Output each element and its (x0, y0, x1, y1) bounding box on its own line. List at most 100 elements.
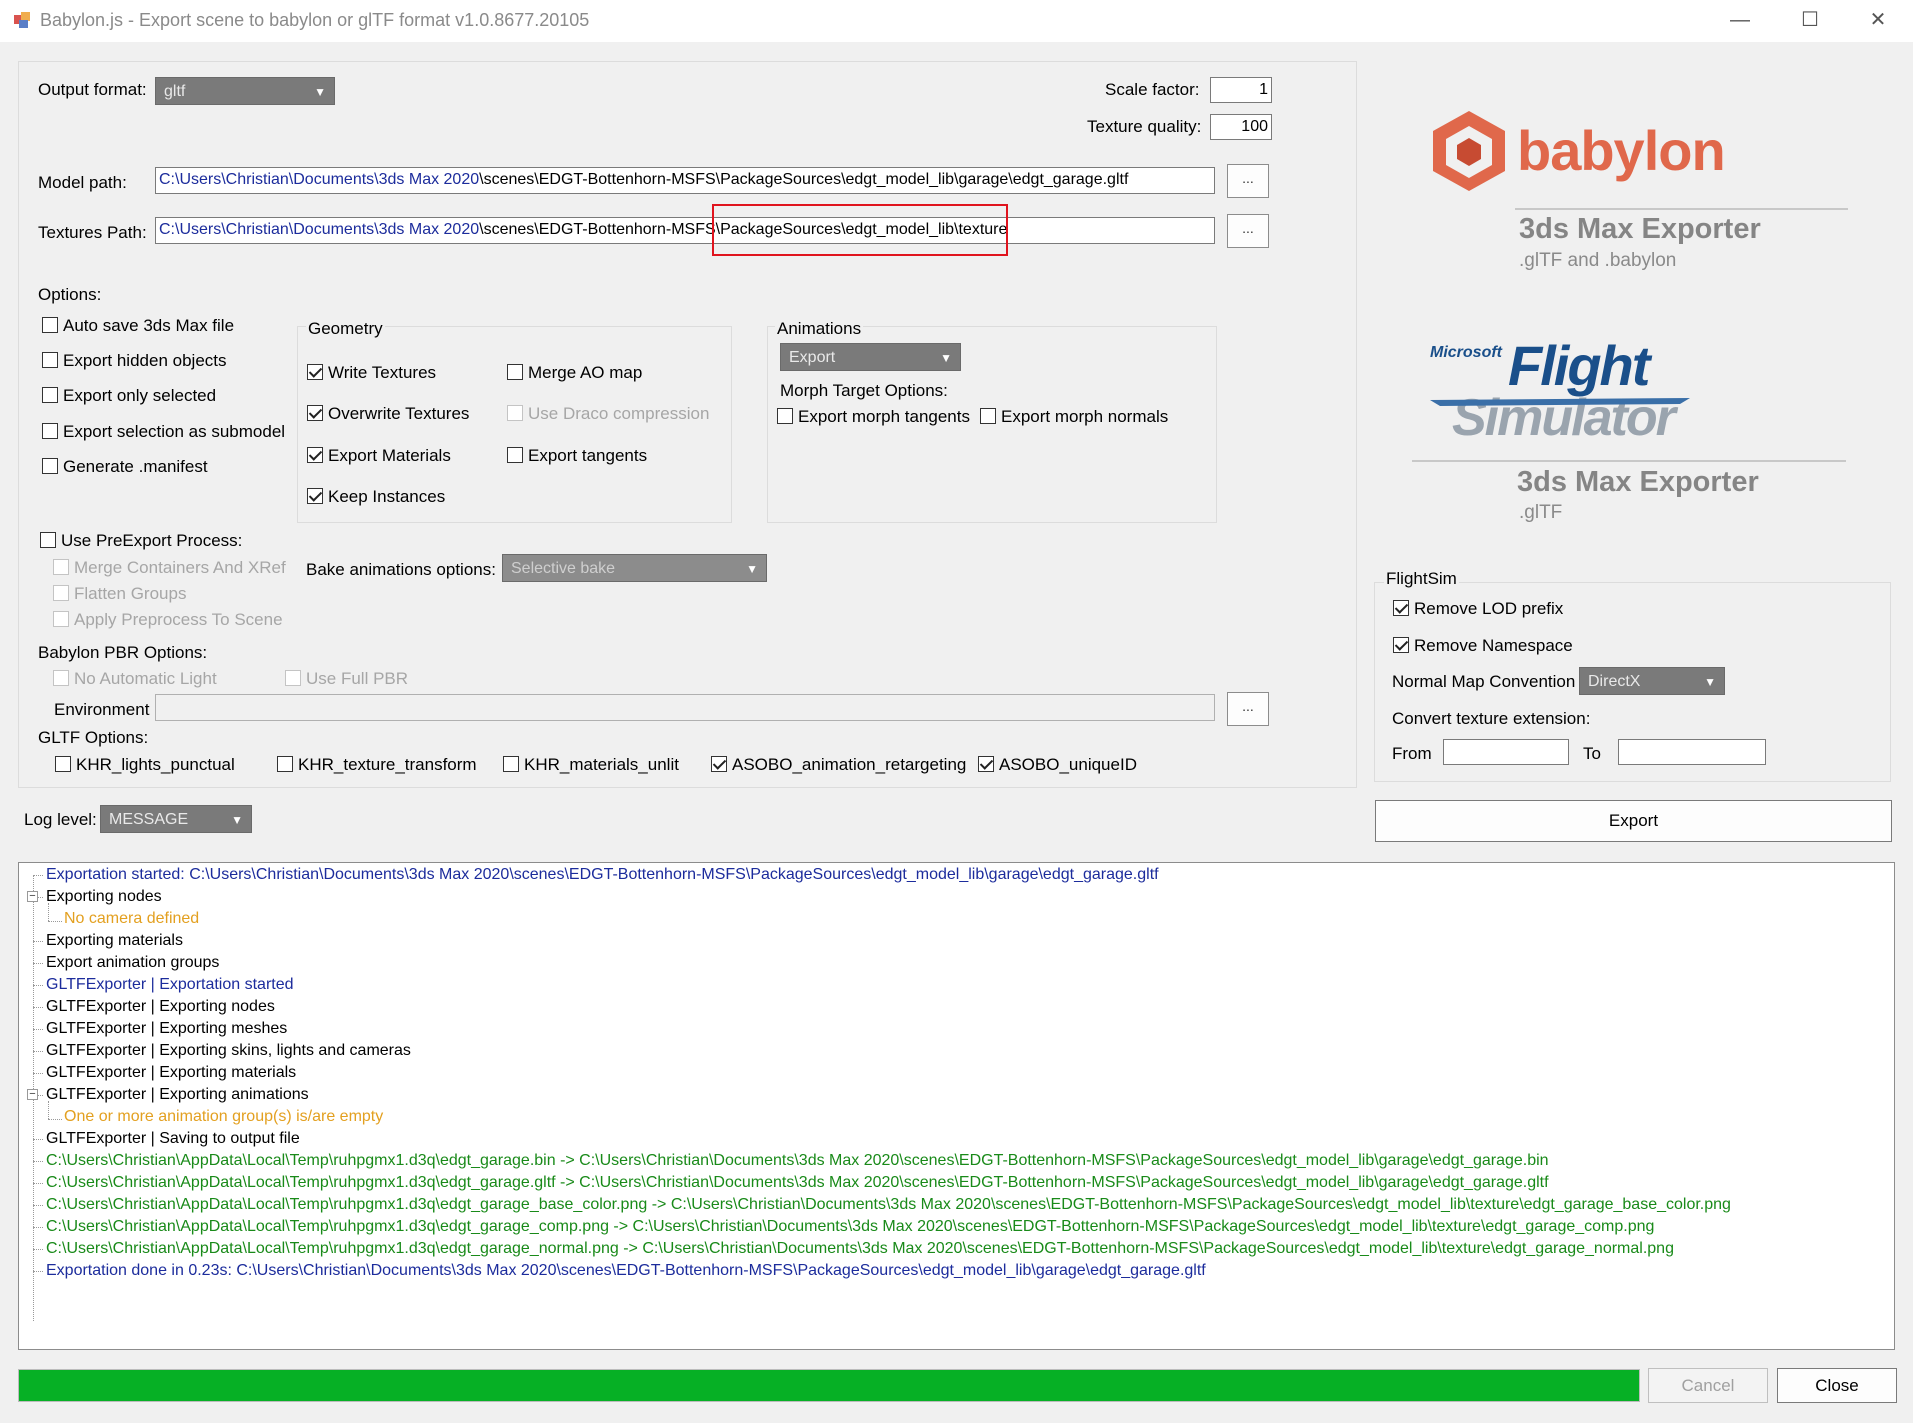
log-line[interactable]: C:\Users\Christian\AppData\Local\Temp\ru… (46, 1238, 1674, 1260)
checkbox-label: ASOBO_uniqueID (999, 755, 1137, 774)
normal-map-value: DirectX (1588, 673, 1641, 690)
checkbox-box[interactable] (307, 405, 323, 422)
keep-instances-checkbox[interactable]: Keep Instances (307, 487, 445, 507)
generate-manifest-checkbox[interactable]: Generate .manifest (42, 457, 208, 477)
log-line[interactable]: Exportation started: C:\Users\Christian\… (46, 864, 1159, 886)
tree-line (33, 1271, 43, 1272)
log-level-label: Log level: (24, 810, 97, 829)
log-line[interactable]: C:\Users\Christian\AppData\Local\Temp\ru… (46, 1216, 1654, 1238)
checkbox-label: No Automatic Light (74, 669, 217, 688)
khr-texture-transform-checkbox[interactable]: KHR_texture_transform (277, 755, 477, 775)
scale-factor-input[interactable]: 1 (1210, 77, 1272, 103)
asobo-animation-retargeting-checkbox[interactable]: ASOBO_animation_retargeting (711, 755, 966, 775)
log-line[interactable]: C:\Users\Christian\AppData\Local\Temp\ru… (46, 1172, 1549, 1194)
output-format-combo[interactable]: gltf ▼ (155, 77, 335, 105)
checkbox-box[interactable] (42, 387, 58, 404)
checkbox-box[interactable] (503, 756, 519, 773)
textures-path-input[interactable]: C:\Users\Christian\Documents\3ds Max 202… (155, 217, 1215, 244)
log-tree[interactable]: − − Exportation started: C:\Users\Christ… (18, 862, 1895, 1350)
model-path-label: Model path: (38, 173, 127, 192)
minimize-button[interactable]: — (1705, 0, 1775, 42)
checkbox-box[interactable] (1393, 637, 1409, 654)
remove-lod-checkbox[interactable]: Remove LOD prefix (1393, 599, 1563, 619)
checkbox-box[interactable] (42, 317, 58, 334)
checkbox-label: Remove LOD prefix (1414, 599, 1564, 618)
log-line[interactable]: One or more animation group(s) is/are em… (64, 1106, 383, 1128)
overwrite-textures-checkbox[interactable]: Overwrite Textures (307, 404, 469, 424)
log-line[interactable]: No camera defined (64, 908, 199, 930)
log-line[interactable]: Exportation done in 0.23s: C:\Users\Chri… (46, 1260, 1206, 1282)
checkbox-box[interactable] (1393, 600, 1409, 617)
tree-line (33, 1161, 43, 1162)
textures-path-browse-button[interactable]: ... (1227, 214, 1269, 248)
preexport-checkbox[interactable]: Use PreExport Process: (40, 531, 242, 551)
khr-lights-checkbox[interactable]: KHR_lights_punctual (55, 755, 235, 775)
export-submodel-checkbox[interactable]: Export selection as submodel (42, 422, 285, 442)
log-line[interactable]: GLTFExporter | Saving to output file (46, 1128, 300, 1150)
checkbox-box[interactable] (507, 447, 523, 464)
auto-save-checkbox[interactable]: Auto save 3ds Max file (42, 316, 234, 336)
checkbox-box[interactable] (42, 352, 58, 369)
log-line[interactable]: Exporting nodes (46, 886, 162, 908)
checkbox-label: Export Materials (328, 446, 451, 465)
normal-map-combo[interactable]: DirectX ▼ (1579, 667, 1725, 695)
remove-namespace-checkbox[interactable]: Remove Namespace (1393, 636, 1573, 656)
model-path-browse-button[interactable]: ... (1227, 164, 1269, 198)
maximize-button[interactable]: ☐ (1775, 0, 1845, 42)
log-line[interactable]: Exporting materials (46, 930, 183, 952)
cancel-button[interactable]: Cancel (1648, 1368, 1768, 1403)
asobo-uniqueid-checkbox[interactable]: ASOBO_uniqueID (978, 755, 1137, 775)
to-input[interactable] (1618, 739, 1766, 765)
bake-combo: Selective bake ▼ (502, 554, 767, 582)
export-only-selected-checkbox[interactable]: Export only selected (42, 386, 216, 406)
animations-combo[interactable]: Export ▼ (780, 343, 961, 371)
log-level-combo[interactable]: MESSAGE ▼ (100, 805, 252, 833)
log-line[interactable]: GLTFExporter | Exporting materials (46, 1062, 296, 1084)
log-line[interactable]: GLTFExporter | Exportation started (46, 974, 294, 996)
export-button[interactable]: Export (1375, 800, 1892, 842)
export-tangents-checkbox[interactable]: Export tangents (507, 446, 647, 466)
export-morph-normals-checkbox[interactable]: Export morph normals (980, 407, 1168, 427)
checkbox-box (285, 670, 301, 687)
export-hidden-checkbox[interactable]: Export hidden objects (42, 351, 227, 371)
texture-quality-input[interactable]: 100 (1210, 114, 1272, 140)
export-materials-checkbox[interactable]: Export Materials (307, 446, 451, 466)
checkbox-box[interactable] (980, 408, 996, 425)
checkbox-box[interactable] (40, 532, 56, 549)
checkbox-box[interactable] (978, 756, 994, 773)
tree-line (33, 985, 43, 986)
log-line[interactable]: C:\Users\Christian\AppData\Local\Temp\ru… (46, 1194, 1731, 1216)
log-line[interactable]: Export animation groups (46, 952, 219, 974)
log-line[interactable]: C:\Users\Christian\AppData\Local\Temp\ru… (46, 1150, 1549, 1172)
checkbox-box[interactable] (777, 408, 793, 425)
close-button[interactable]: Close (1777, 1368, 1897, 1403)
checkbox-box[interactable] (307, 447, 323, 464)
checkbox-box[interactable] (55, 756, 71, 773)
collapse-icon[interactable]: − (27, 1089, 38, 1100)
checkbox-box[interactable] (307, 364, 323, 381)
close-window-button[interactable]: ✕ (1843, 0, 1913, 42)
from-input[interactable] (1443, 739, 1569, 765)
checkbox-box[interactable] (42, 458, 58, 475)
collapse-icon[interactable]: − (27, 891, 38, 902)
checkbox-box[interactable] (711, 756, 727, 773)
environment-browse-button[interactable]: ... (1227, 692, 1269, 726)
log-line[interactable]: GLTFExporter | Exporting nodes (46, 996, 275, 1018)
log-line[interactable]: GLTFExporter | Exporting meshes (46, 1018, 287, 1040)
checkbox-box[interactable] (307, 488, 323, 505)
textures-path-mid: \scenes\EDGT-Bottenhorn-MSFS\ (479, 221, 721, 238)
checkbox-box[interactable] (507, 364, 523, 381)
write-textures-checkbox[interactable]: Write Textures (307, 363, 436, 383)
checkbox-label: KHR_materials_unlit (524, 755, 679, 774)
checkbox-box[interactable] (42, 423, 58, 440)
khr-materials-unlit-checkbox[interactable]: KHR_materials_unlit (503, 755, 679, 775)
merge-ao-checkbox[interactable]: Merge AO map (507, 363, 642, 383)
log-line[interactable]: GLTFExporter | Exporting animations (46, 1084, 309, 1106)
babylon-wordmark: babylon (1517, 119, 1726, 182)
microsoft-wordmark: Microsoft (1430, 344, 1502, 361)
bake-combo-value: Selective bake (511, 560, 616, 577)
model-path-input[interactable]: C:\Users\Christian\Documents\3ds Max 202… (155, 167, 1215, 194)
export-morph-tangents-checkbox[interactable]: Export morph tangents (777, 407, 970, 427)
log-line[interactable]: GLTFExporter | Exporting skins, lights a… (46, 1040, 411, 1062)
checkbox-box[interactable] (277, 756, 293, 773)
